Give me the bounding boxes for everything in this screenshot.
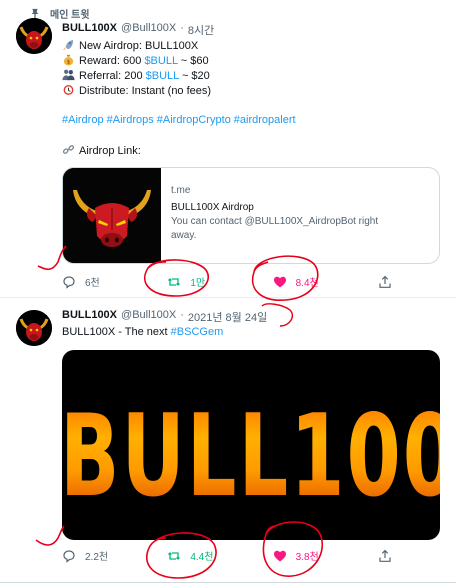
card-domain: t.me [171, 185, 191, 196]
rocket-icon [62, 39, 74, 51]
tweet-1[interactable]: BULL100X @Bull100X · 8시간 New Airdrop: BU… [0, 0, 456, 298]
retweet-count: 1만 [190, 278, 206, 289]
reply-button[interactable]: 2.2천 [62, 548, 122, 563]
card-description: You can contact @BULL100X_AirdropBot rig… [171, 216, 379, 227]
like-button[interactable]: 8.4천 [273, 274, 333, 289]
line-text: ~ $60 [177, 55, 209, 67]
like-count: 3.8천 [295, 552, 319, 563]
timestamp[interactable]: 2021년 8월 24일 [188, 309, 267, 325]
cashtag-link[interactable]: $BULL [144, 55, 177, 67]
card-title: BULL100X Airdrop [171, 202, 254, 213]
reply-button[interactable]: 6천 [62, 274, 122, 289]
tweet-media-image[interactable]: BULL100 [62, 350, 440, 540]
share-button[interactable] [378, 549, 392, 563]
separator: · [180, 309, 184, 321]
like-button[interactable]: 3.8천 [273, 548, 333, 563]
tweet-line-4: Distribute: Instant (no fees) [62, 83, 211, 99]
link-icon [62, 145, 75, 154]
avatar[interactable] [16, 310, 52, 346]
hashtag-link[interactable]: #BSCGem [171, 326, 224, 338]
author-handle[interactable]: @Bull100X [121, 309, 176, 325]
tweet-line-1: New Airdrop: BULL100X [62, 38, 198, 54]
line-text: Distribute: Instant (no fees) [79, 85, 212, 97]
cashtag-link[interactable]: $BULL [146, 70, 179, 82]
tweet-2[interactable]: BULL100X @Bull100X · 2021년 8월 24일 BULL10… [0, 298, 456, 586]
tweet-header: BULL100X @Bull100X · 8시간 [62, 22, 214, 38]
tweet-line-3: Referral: 200 $BULL ~ $20 [62, 68, 210, 84]
tweet-line-2: $ Reward: 600 $BULL ~ $60 [62, 53, 209, 69]
timestamp[interactable]: 8시간 [188, 22, 214, 38]
author-name[interactable]: BULL100X [62, 22, 117, 38]
tweet-text: BULL100X - The next #BSCGem [62, 325, 223, 340]
like-count: 8.4천 [295, 278, 319, 289]
share-icon [379, 275, 391, 288]
divider [0, 582, 456, 586]
hashtags[interactable]: #Airdrop #Airdrops #AirdropCrypto #airdr… [62, 113, 296, 128]
reply-icon [63, 275, 75, 289]
retweet-count: 4.4천 [190, 552, 214, 563]
tweet-actions: 2.2천 4.4천 3.8천 [62, 548, 392, 563]
tweet-header: BULL100X @Bull100X · 2021년 8월 24일 [62, 309, 267, 325]
line-text: Reward: 600 [79, 55, 145, 67]
author-name[interactable]: BULL100X [62, 309, 117, 325]
retweet-button[interactable]: 4.4천 [167, 548, 227, 563]
line-text: Airdrop Link: [79, 145, 141, 157]
svg-text:$: $ [67, 60, 71, 66]
retweet-icon [168, 277, 181, 286]
heart-icon [273, 550, 286, 561]
author-handle[interactable]: @Bull100X [121, 22, 176, 38]
reply-count: 2.2천 [85, 552, 109, 563]
share-button[interactable] [378, 275, 392, 289]
retweet-icon [168, 551, 181, 560]
separator: · [180, 22, 184, 34]
airdrop-link-line: Airdrop Link: [62, 143, 141, 159]
people-icon [62, 69, 75, 81]
money-bag-icon: $ [63, 54, 74, 66]
card-text[interactable]: t.me BULL100X Airdrop You can contact @B… [161, 168, 388, 263]
line-text: Referral: 200 [79, 70, 146, 82]
tweet-text-body: BULL100X - The next [62, 326, 171, 338]
reply-icon [63, 549, 75, 563]
retweet-button[interactable]: 1만 [167, 274, 227, 289]
share-icon [379, 549, 391, 562]
link-preview-card[interactable]: t.me BULL100X Airdrop You can contact @B… [62, 167, 440, 264]
card-description: away. [171, 230, 197, 241]
avatar[interactable] [16, 18, 52, 54]
card-thumbnail[interactable] [63, 168, 161, 263]
line-text: ~ $20 [178, 70, 210, 82]
line-text: New Airdrop: BULL100X [79, 40, 199, 52]
media-image-text: BULL100 [62, 392, 440, 523]
heart-icon [273, 276, 286, 287]
tweet-actions: 6천 1만 8.4천 [62, 274, 392, 289]
alarm-clock-icon [63, 85, 74, 95]
reply-count: 6천 [85, 278, 100, 289]
